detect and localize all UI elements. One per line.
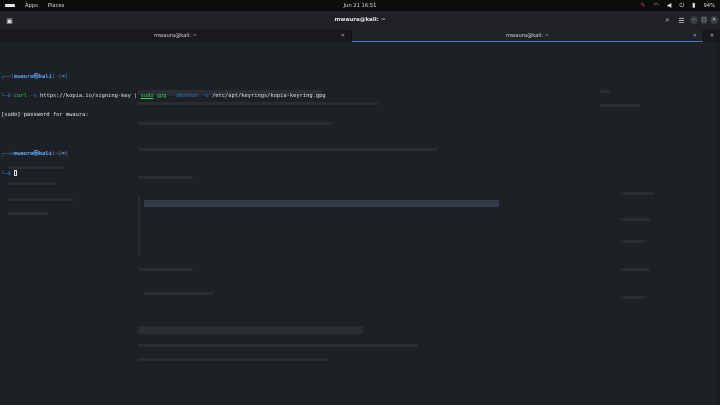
menu-icon[interactable]: ☰ — [676, 15, 687, 26]
record-icon[interactable]: ✎ — [641, 0, 646, 11]
command-prompt: └─$ — [1, 171, 14, 178]
top-panel: Apps Places Jun 21 16:51 ✎ ◠ ◀ ⏻ ▮ 94% — [0, 0, 720, 11]
maximize-button[interactable]: □ — [700, 16, 708, 24]
battery-level: 94% — [703, 2, 715, 9]
command-flag: -s — [26, 93, 40, 100]
power-icon: ⏻ — [679, 2, 685, 9]
command-gpg: gpg — [153, 93, 167, 100]
volume-icon: ◀ — [666, 2, 672, 9]
tab-label: mwaura@kali: ~ — [154, 33, 197, 39]
prompt-user: mwaura㉿kali — [13, 150, 52, 157]
tab-close-icon[interactable]: ✕ — [693, 30, 697, 42]
battery-icon: ▮ — [692, 2, 696, 9]
tab-bar: mwaura@kali: ~ ✕ mwaura@kali: ~ ✕ ✕ — [0, 30, 720, 42]
command-line: └─$ curl -s https://kopia.io/signing-key… — [1, 93, 326, 99]
top-panel-center: Jun 21 16:51 — [0, 0, 720, 11]
command-url: https://kopia.io/signing-key — [39, 93, 131, 100]
prompt-end: ] — [64, 150, 69, 157]
clock[interactable]: Jun 21 16:51 — [344, 3, 377, 9]
command-flag: --dearmor — [166, 93, 200, 100]
tab-1[interactable]: mwaura@kali: ~ ✕ — [0, 30, 352, 42]
tab-2[interactable]: mwaura@kali: ~ ✕ — [352, 30, 704, 42]
prompt-separator: )-[ — [51, 150, 62, 157]
prompt-end: ] — [64, 74, 69, 81]
command-curl: curl — [13, 93, 27, 100]
close-button[interactable]: ✕ — [710, 16, 718, 24]
search-icon[interactable]: ⌕ — [662, 15, 673, 26]
system-tray[interactable]: ✎ ◠ ◀ ⏻ ▮ 94% — [641, 0, 716, 11]
prompt-corner: ┌──( — [1, 150, 14, 157]
sudo-prompt-line: [sudo] password for mwaura: — [1, 112, 89, 119]
add-tab-icon[interactable]: ✕ — [704, 30, 720, 42]
text-cursor — [13, 170, 18, 177]
window-title: mwaura@kali: ~ — [334, 17, 386, 23]
input-line[interactable]: └─$ — [1, 170, 326, 178]
wifi-icon: ◠ — [653, 2, 659, 9]
command-destination: /etc/apt/keyrings/kopia-keyring.gpg — [208, 93, 326, 100]
terminal-header: ▣ mwaura@kali: ~ ⌕ ☰ – □ ✕ — [0, 11, 720, 30]
tab-close-icon[interactable]: ✕ — [341, 30, 345, 42]
command-sudo: sudo — [140, 93, 154, 100]
command-pipe: | — [130, 93, 141, 100]
prompt-corner: ┌──( — [1, 74, 14, 81]
terminal-scrollbar[interactable] — [716, 42, 720, 405]
tab-label: mwaura@kali: ~ — [506, 33, 549, 39]
prompt-line-2: ┌──(mwaura㉿kali)-[~] — [1, 151, 326, 157]
terminal-body[interactable]: ┌──(mwaura㉿kali)-[~] └─$ curl -s https:/… — [0, 42, 720, 405]
prompt-line-1: ┌──(mwaura㉿kali)-[~] — [1, 74, 326, 80]
terminal-output[interactable]: ┌──(mwaura㉿kali)-[~] └─$ curl -s https:/… — [1, 42, 326, 189]
command-prompt: └─$ — [1, 93, 14, 100]
prompt-user: mwaura㉿kali — [13, 74, 52, 81]
minimize-button[interactable]: – — [690, 16, 698, 24]
prompt-separator: )-[ — [51, 74, 62, 81]
command-flag: -o — [199, 93, 209, 100]
